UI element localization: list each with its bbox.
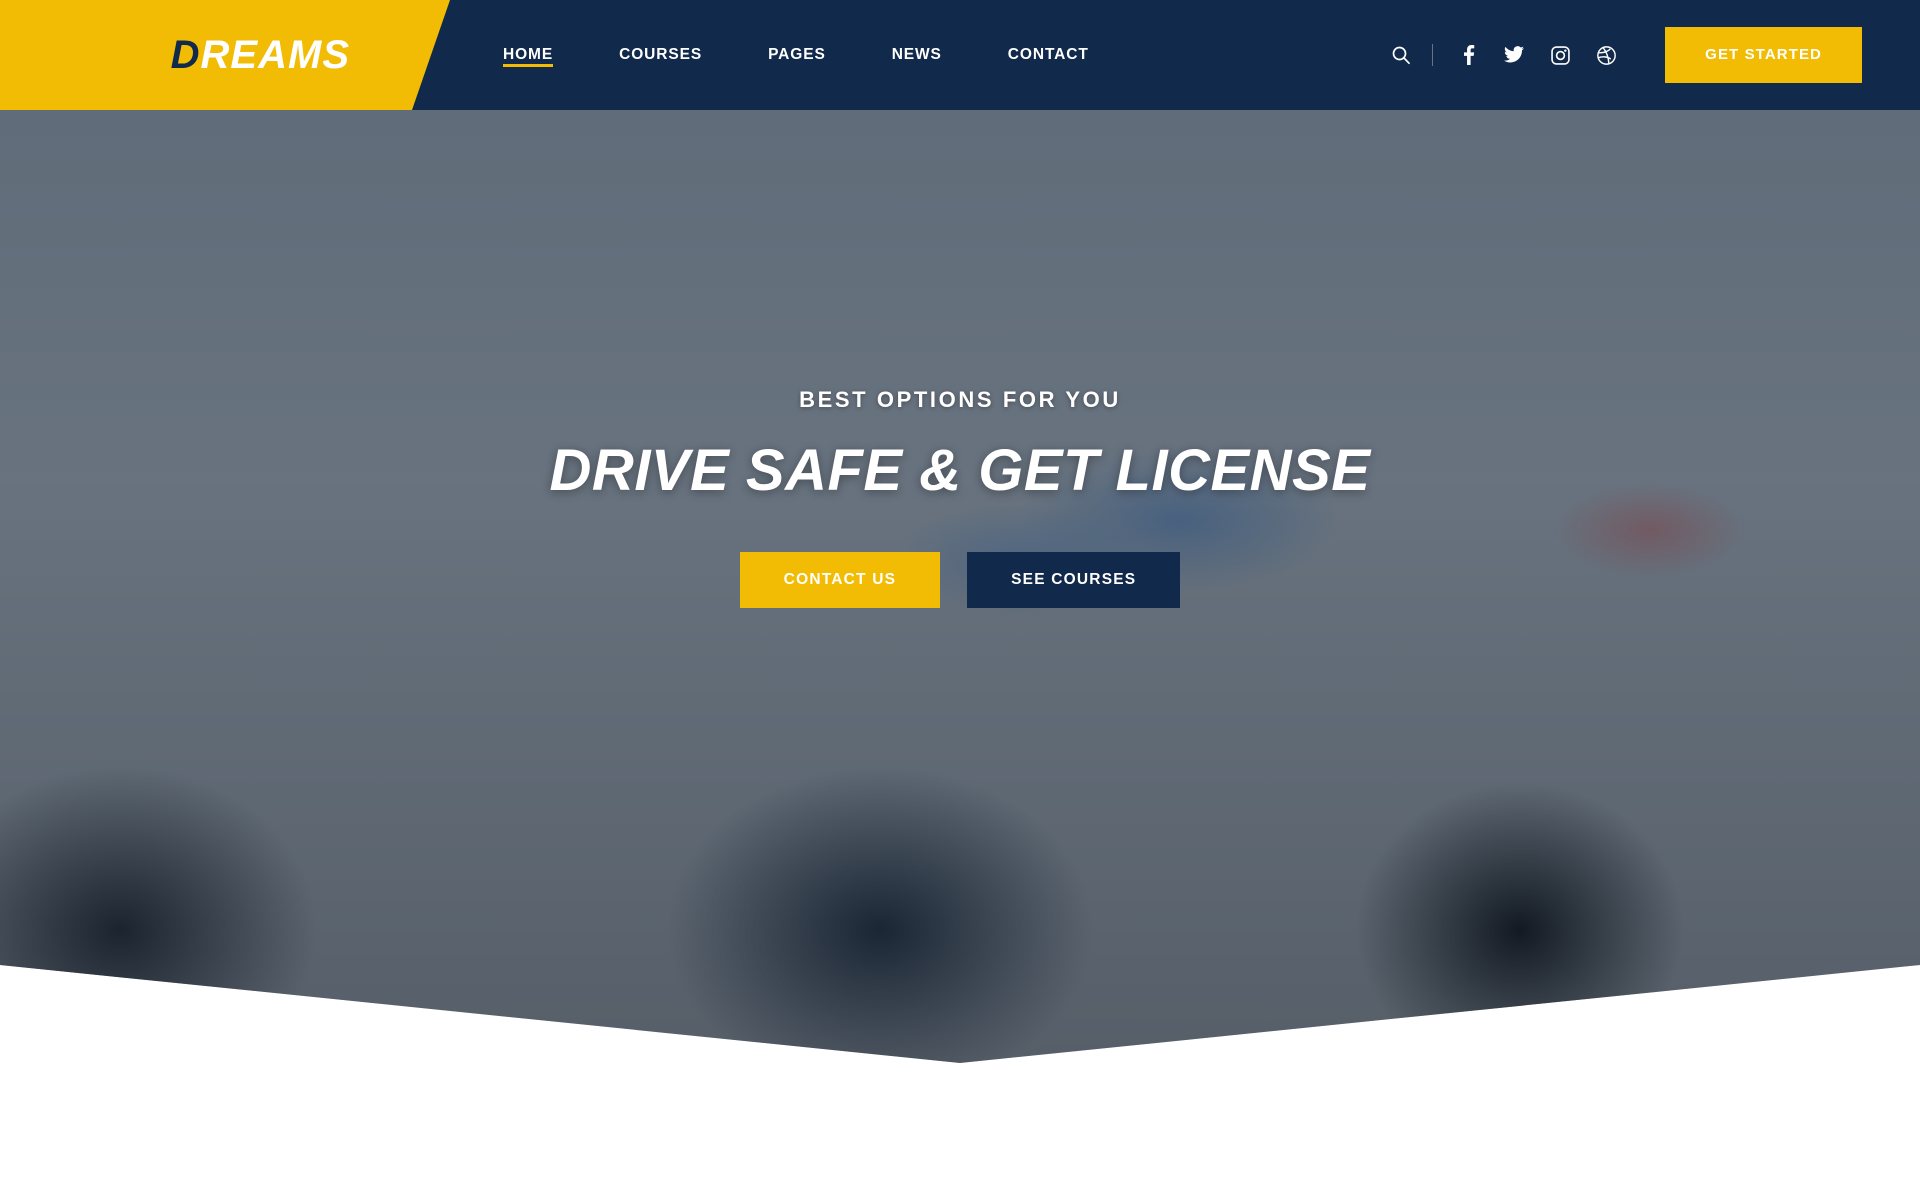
logo[interactable]: DREAMS <box>0 0 450 110</box>
nav-item-news[interactable]: NEWS <box>859 0 975 110</box>
contact-us-button[interactable]: CONTACT US <box>739 552 941 608</box>
hero-content: BEST OPTIONS FOR YOU DRIVE SAFE & GET LI… <box>0 0 1920 1065</box>
header-actions: GET STARTED <box>1382 0 1920 110</box>
hero-button-group: CONTACT US SEE COURSES <box>739 552 1181 608</box>
dribbble-icon[interactable] <box>1587 36 1625 74</box>
nav-item-pages[interactable]: PAGES <box>735 0 859 110</box>
search-icon[interactable] <box>1382 36 1420 74</box>
twitter-icon[interactable] <box>1495 36 1533 74</box>
hero-title: DRIVE SAFE & GET LICENSE <box>549 438 1371 503</box>
instagram-icon[interactable] <box>1541 36 1579 74</box>
site-header: DREAMS HOME COURSES PAGES NEWS CONTACT G… <box>0 0 1920 110</box>
get-started-button[interactable]: GET STARTED <box>1665 27 1862 83</box>
header-divider <box>1432 44 1434 66</box>
see-courses-button[interactable]: SEE COURSES <box>967 552 1181 608</box>
social-links <box>1449 36 1625 74</box>
logo-first-letter: D <box>170 32 201 77</box>
logo-text: DREAMS <box>171 33 350 78</box>
hero-subtitle: BEST OPTIONS FOR YOU <box>799 387 1121 412</box>
logo-rest: REAMS <box>200 32 350 77</box>
nav-item-home[interactable]: HOME <box>470 0 586 110</box>
facebook-icon[interactable] <box>1449 36 1487 74</box>
nav-item-courses[interactable]: COURSES <box>586 0 735 110</box>
nav-item-contact[interactable]: CONTACT <box>975 0 1122 110</box>
main-navigation: HOME COURSES PAGES NEWS CONTACT <box>470 0 1122 110</box>
page-root: BEST OPTIONS FOR YOU DRIVE SAFE & GET LI… <box>0 0 1920 1178</box>
